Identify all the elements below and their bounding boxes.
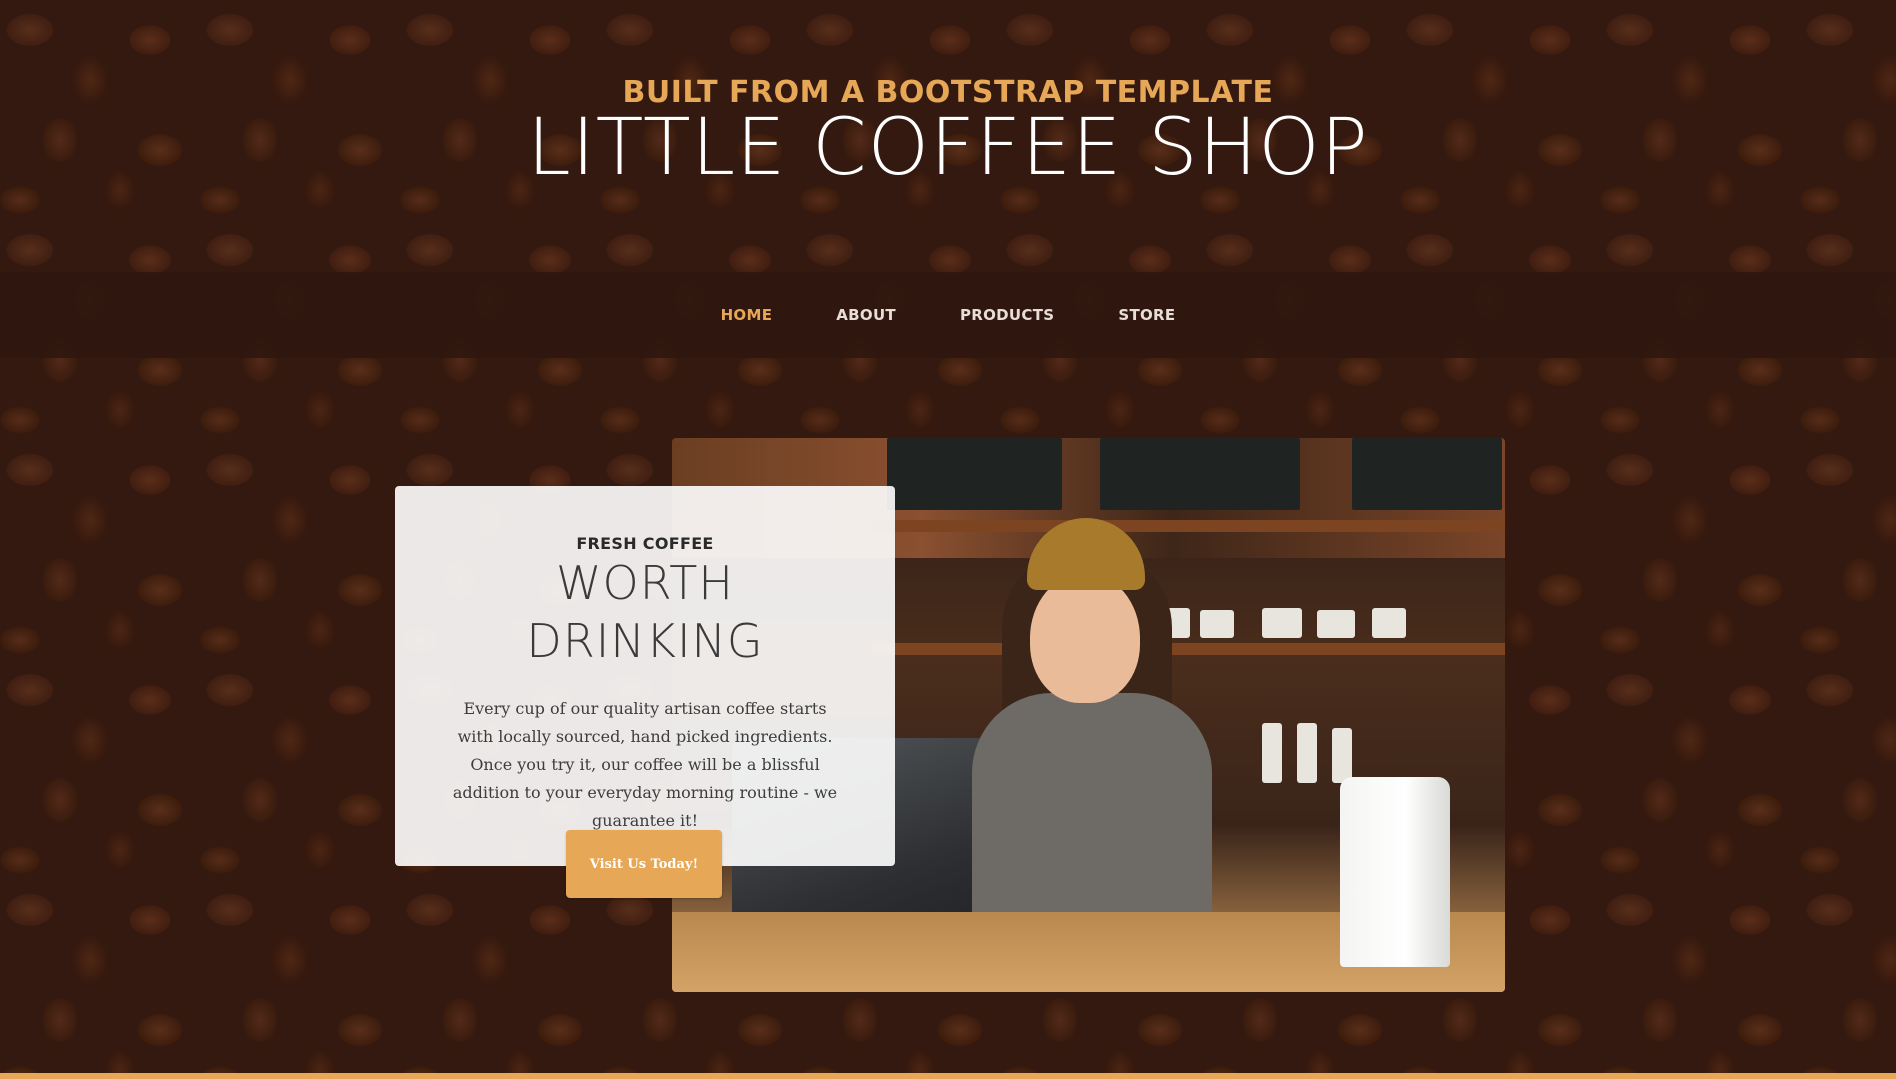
nav-item-home[interactable]: HOME (721, 306, 773, 324)
site-title: LITTLE COFFEE SHOP (527, 103, 1369, 193)
barista-body (972, 693, 1212, 923)
barista-face (1030, 573, 1140, 703)
intro-card: FRESH COFFEE WORTH DRINKING Every cup of… (395, 486, 895, 866)
site-heading: BUILT FROM A BOOTSTRAP TEMPLATE LITTLE C… (0, 70, 1896, 190)
cup-stack (1332, 728, 1352, 783)
bottom-accent-strip (0, 1073, 1896, 1079)
cup (1372, 608, 1406, 638)
menu-board (1352, 438, 1502, 510)
main-navbar: HOME ABOUT PRODUCTS STORE (0, 272, 1896, 358)
nav-item-about[interactable]: ABOUT (836, 306, 896, 324)
menu-board (887, 438, 1062, 510)
shelf (872, 643, 1505, 655)
cup (1262, 608, 1302, 638)
intro-title-line1: WORTH (556, 556, 734, 610)
cup (1317, 610, 1355, 638)
intro-title-line2: DRINKING (526, 614, 764, 669)
cup (1200, 610, 1234, 638)
visit-us-button[interactable]: Visit Us Today! (566, 830, 722, 898)
intro-subtitle: FRESH COFFEE (576, 534, 714, 553)
cup-stack (1297, 723, 1317, 783)
cup-stack (1262, 723, 1282, 783)
shelf (872, 520, 1505, 532)
nav-item-store[interactable]: STORE (1118, 306, 1175, 324)
menu-board (1100, 438, 1300, 510)
nav-item-products[interactable]: PRODUCTS (960, 306, 1054, 324)
intro-body: Every cup of our quality artisan coffee … (452, 699, 838, 831)
paper-cup (1340, 777, 1450, 967)
